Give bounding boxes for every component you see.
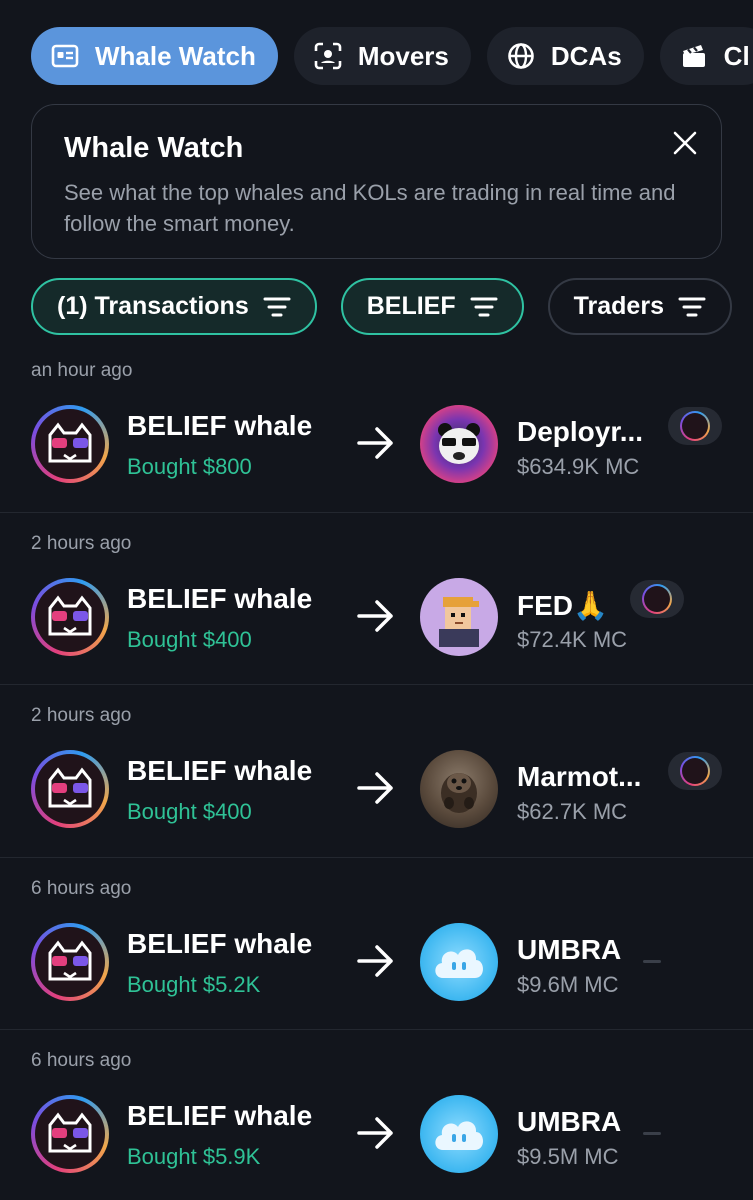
category-tabs: Whale Watch Movers DCAs Cl: [31, 27, 753, 85]
timestamp: an hour ago: [31, 360, 133, 381]
filter-lines-icon: [263, 296, 291, 318]
globe-icon: [507, 42, 535, 70]
cat-sunglasses-icon: [48, 1112, 92, 1153]
timestamp: 6 hours ago: [31, 1050, 132, 1071]
filter-label: Traders: [573, 292, 664, 320]
token-image[interactable]: [420, 405, 498, 483]
whale-name: BELIEF whale: [127, 755, 313, 786]
tab-label: Whale Watch: [95, 40, 256, 71]
timestamp: 6 hours ago: [31, 877, 132, 899]
kol-avatar-badge[interactable]: [630, 579, 684, 618]
cloud-icon: [435, 948, 483, 978]
tab-label: Movers: [357, 40, 449, 71]
tab-movers[interactable]: Movers: [293, 27, 471, 85]
tab-label: Cl: [723, 40, 750, 71]
filter-label: BELIEF: [366, 292, 456, 320]
market-cap: $62.7K MC: [517, 799, 628, 824]
arrow-right-icon: [357, 772, 393, 804]
dash-indicator: [643, 959, 661, 963]
tab-cl[interactable]: Cl: [659, 27, 753, 85]
card-description: See what the top whales and KOLs are tra…: [64, 180, 676, 236]
filter-traders[interactable]: Traders: [547, 278, 732, 335]
whale-avatar[interactable]: [31, 577, 109, 656]
token-image[interactable]: [420, 577, 498, 656]
cloud-icon: [435, 1121, 483, 1150]
timestamp: 2 hours ago: [31, 532, 132, 554]
market-cap: $9.6M MC: [517, 971, 619, 997]
filter-lines-icon: [678, 296, 706, 318]
filter-transactions[interactable]: (1) Transactions: [31, 278, 317, 335]
cat-sunglasses-icon: [48, 940, 92, 980]
filter-label: (1) Transactions: [57, 292, 249, 320]
buy-amount: Bought $400: [127, 626, 252, 652]
token-image[interactable]: [420, 1095, 498, 1173]
market-cap: $634.9K MC: [517, 454, 640, 479]
feed-item[interactable]: 2 hours ago BELIEF whale Bought $400 Mar…: [0, 685, 753, 858]
timestamp: 2 hours ago: [31, 705, 132, 726]
market-cap: $9.5M MC: [517, 1144, 619, 1169]
filter-belief[interactable]: BELIEF: [340, 278, 524, 335]
dash-indicator: [643, 1132, 661, 1135]
arrow-right-icon: [357, 1117, 393, 1149]
whale-avatar[interactable]: [31, 1095, 109, 1173]
cat-sunglasses-icon: [48, 595, 92, 635]
whale-name: BELIEF whale: [127, 1100, 313, 1131]
token-image[interactable]: [420, 922, 498, 1001]
whale-name: BELIEF whale: [127, 582, 313, 614]
card-title: Whale Watch: [64, 132, 244, 164]
buy-amount: Bought $5.2K: [127, 971, 261, 997]
feed-item[interactable]: 6 hours ago BELIEF whale Bought $5.2K UM…: [0, 858, 753, 1030]
filter-bar: (1) Transactions BELIEF Traders: [31, 278, 753, 335]
whale-name: BELIEF whale: [127, 927, 313, 959]
marmot-icon: [441, 773, 477, 813]
tab-label: DCAs: [550, 40, 622, 71]
kol-avatar-badge[interactable]: [668, 752, 722, 790]
token-name[interactable]: Marmot...: [517, 761, 641, 793]
whale-avatar[interactable]: [31, 750, 109, 828]
whale-name: BELIEF whale: [127, 410, 313, 441]
pixel-character-icon: [439, 596, 479, 647]
arrow-right-icon: [357, 944, 393, 977]
token-name[interactable]: UMBRA: [517, 934, 621, 966]
token-name[interactable]: Deployr...: [517, 416, 643, 448]
cat-sunglasses-icon: [48, 422, 92, 463]
arrow-right-icon: [357, 599, 393, 632]
scan-face-icon: [314, 42, 342, 70]
buy-amount: Bought $400: [127, 799, 252, 824]
feed-item[interactable]: an hour ago BELIEF whale Bought $800 Dep…: [0, 340, 753, 513]
tab-dcas[interactable]: DCAs: [486, 27, 644, 85]
buy-amount: Bought $800: [127, 454, 252, 479]
token-name[interactable]: UMBRA: [517, 1106, 621, 1138]
tab-whale-watch[interactable]: Whale Watch: [31, 27, 278, 85]
token-name[interactable]: FED🙏: [517, 589, 608, 622]
arrow-right-icon: [357, 427, 393, 459]
close-icon[interactable]: [669, 127, 701, 159]
cat-sunglasses-icon: [48, 767, 92, 808]
transaction-feed: an hour ago BELIEF whale Bought $800 Dep…: [0, 340, 753, 1200]
market-cap: $72.4K MC: [517, 626, 628, 652]
bear-sunglasses-icon: [438, 423, 480, 464]
kol-avatar-badge[interactable]: [668, 407, 722, 445]
whale-watch-info-card: Whale Watch See what the top whales and …: [31, 104, 722, 259]
feed-item[interactable]: 2 hours ago BELIEF whale Bought $400 FED…: [0, 513, 753, 685]
feed-item[interactable]: 6 hours ago BELIEF whale Bought $5.9K UM…: [0, 1030, 753, 1200]
filter-lines-icon: [470, 296, 498, 318]
buy-amount: Bought $5.9K: [127, 1144, 261, 1169]
newspaper-icon: [51, 42, 79, 70]
whale-avatar[interactable]: [31, 922, 109, 1001]
clapperboard-icon: [680, 42, 708, 70]
token-image[interactable]: [420, 750, 498, 828]
whale-avatar[interactable]: [31, 405, 109, 483]
